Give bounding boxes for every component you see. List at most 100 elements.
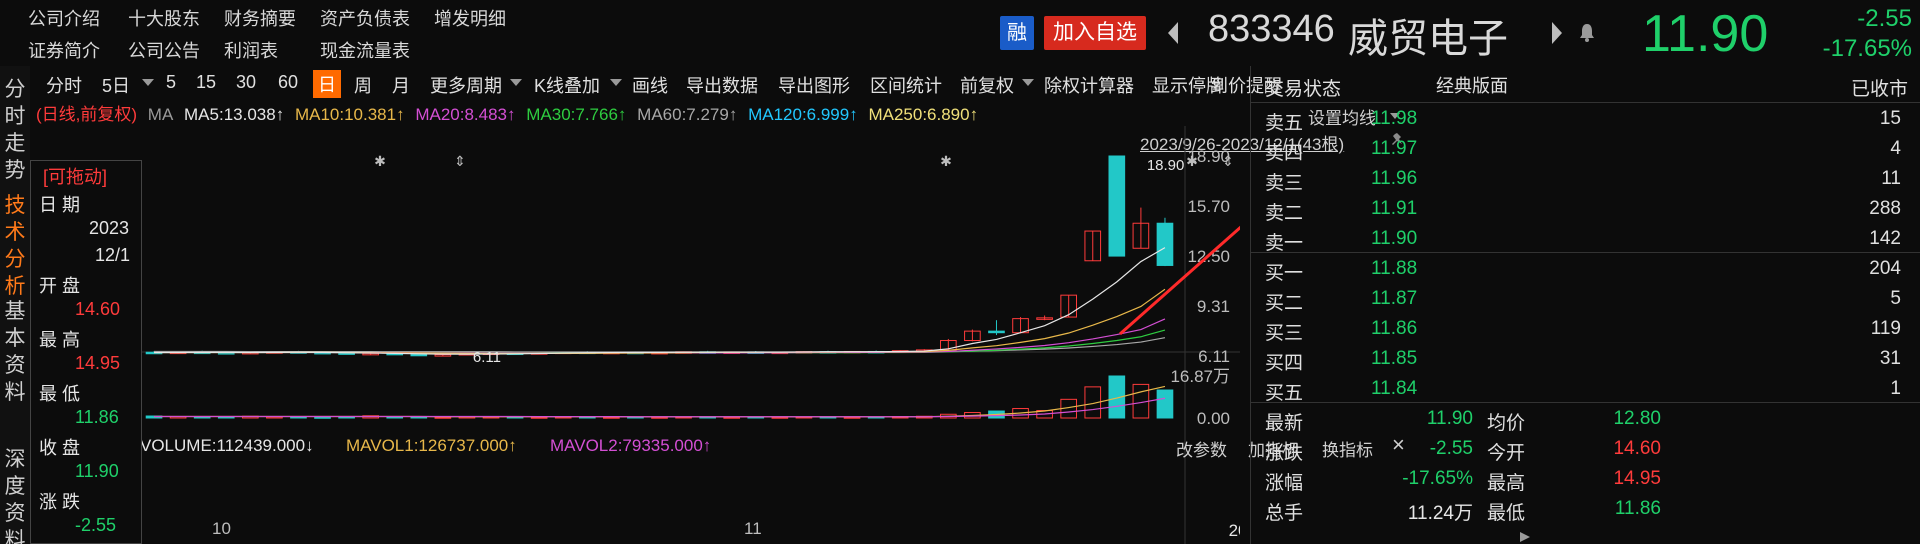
range-stats[interactable]: 区间统计: [870, 72, 942, 98]
more-periods[interactable]: 更多周期: [430, 72, 502, 98]
nav-balance-sheet[interactable]: 资产负债表: [320, 5, 410, 31]
forward-adjust[interactable]: 前复权: [960, 72, 1014, 98]
period-30min[interactable]: 30: [236, 72, 256, 93]
price-tick-label: 15.70: [1187, 197, 1230, 216]
period-5day[interactable]: 5日: [102, 72, 130, 98]
high-label: 最 高: [39, 330, 81, 350]
bid-row-2[interactable]: 买二 11.87 5: [1251, 286, 1920, 316]
ask-row-1-volume: 142: [1869, 228, 1901, 249]
add-to-watchlist-button[interactable]: 加入自选: [1044, 16, 1146, 50]
event-marker-icon: ✱: [1186, 154, 1198, 170]
edit-params-button[interactable]: 改参数: [1176, 436, 1227, 461]
mavol2-value: MAVOL2:79335.000↑: [550, 436, 712, 455]
stat-label: 最高: [1487, 473, 1526, 494]
price-change: -2.55 -17.65%: [1808, 4, 1912, 64]
nav-security-profile[interactable]: 证券简介: [28, 37, 100, 63]
period-intraday[interactable]: 分时: [46, 72, 82, 98]
period-60min[interactable]: 60: [278, 72, 298, 93]
export-data[interactable]: 导出数据: [686, 72, 758, 98]
margin-trading-badge[interactable]: 融: [1000, 16, 1034, 50]
ask-row-3-price: 11.96: [1371, 168, 1418, 189]
nav-income-statement[interactable]: 利润表: [224, 37, 278, 63]
stat-value: 11.86: [1614, 498, 1661, 519]
change-label: 涨 跌: [39, 492, 81, 512]
crosshair-info-panel[interactable]: [可拖动] 日 期 2023 12/1 开 盘 14.60 最 高 14.95 …: [30, 160, 142, 544]
tab-technical-analysis[interactable]: 技术分析: [0, 192, 30, 300]
volume-bar: [290, 416, 307, 419]
stat-label: 总手: [1265, 503, 1304, 524]
event-marker-icon: ⇕: [454, 154, 466, 170]
stat-value: 14.95: [1613, 468, 1661, 489]
period-month[interactable]: 月: [392, 72, 410, 98]
ex-rights-calculator[interactable]: 除权计算器: [1044, 72, 1134, 98]
open-value: 14.60: [75, 299, 121, 319]
volume-bar: [314, 416, 331, 419]
date-year: 2023: [89, 218, 130, 238]
nav-financial-summary[interactable]: 财务摘要: [224, 5, 296, 31]
draw-line[interactable]: 画线: [632, 72, 668, 98]
tab-intraday[interactable]: 分时走势: [0, 76, 30, 184]
bid-row-2-label: 买二: [1265, 293, 1304, 314]
kline-chart[interactable]: 18.9015.7012.509.316.1116.87万0.001011202…: [32, 126, 1240, 544]
draggable-label[interactable]: [可拖动]: [43, 163, 107, 189]
stat-value: 11.24万: [1407, 503, 1473, 524]
bid-row-4[interactable]: 买四 11.85 31: [1251, 346, 1920, 376]
stat-label: 最新: [1265, 413, 1304, 434]
period-day[interactable]: 日: [313, 70, 341, 98]
low-label: 最 低: [39, 384, 81, 404]
top-nav: 公司介绍 十大股东 财务摘要 资产负债表 增发明细 证券简介 公司公告 利润表 …: [0, 0, 1010, 62]
ask-row-3[interactable]: 卖三 11.96 11: [1251, 166, 1920, 196]
chevron-down-icon[interactable]: [142, 79, 154, 87]
volume-tick-label: 16.87万: [1170, 367, 1230, 386]
bid-row-5-label: 买五: [1265, 383, 1304, 404]
adjust-mode-label[interactable]: (日线,前复权): [36, 105, 137, 124]
nav-cash-flow[interactable]: 现金流量表: [320, 37, 410, 63]
chevron-down-icon[interactable]: [1022, 79, 1034, 87]
cursor-date-label: 2023/12/01/五: [1229, 521, 1240, 540]
ask-row-5-label: 卖五: [1265, 113, 1304, 134]
period-5min[interactable]: 5: [166, 72, 176, 93]
scroll-arrow-icon[interactable]: [1518, 530, 1532, 544]
event-marker-icon: ⇕: [1222, 154, 1234, 170]
ask-row-2[interactable]: 卖二 11.91 288: [1251, 196, 1920, 226]
bid-row-1[interactable]: 买一 11.88 204: [1251, 256, 1920, 286]
order-book-panel: 交易状态 已收市 卖五 11.98 15 卖四 11.97 4 卖三 11.96 11 卖二 11.…: [1250, 66, 1920, 544]
ask-row-2-volume: 288: [1869, 198, 1901, 219]
tab-fundamentals[interactable]: 基本资料: [0, 298, 30, 406]
period-week[interactable]: 周: [354, 72, 372, 98]
prev-stock-icon[interactable]: [1166, 20, 1180, 46]
volume-bar: [217, 416, 235, 419]
next-stock-icon[interactable]: [1550, 20, 1564, 46]
ask-row-5[interactable]: 卖五 11.98 15: [1251, 106, 1920, 136]
ma250-value: MA250:6.890↑: [868, 105, 979, 124]
low-price-label: 6.11: [473, 349, 501, 366]
ask-row-5-volume: 15: [1879, 108, 1901, 129]
ma60-value: MA60:7.279↑: [637, 105, 738, 124]
ask-row-2-price: 11.91: [1371, 198, 1418, 219]
bid-row-3-volume: 119: [1870, 318, 1901, 339]
price-tick-label: 9.31: [1197, 297, 1230, 316]
left-sidebar: 分时走势 技术分析 基本资料 深度资料: [0, 66, 30, 544]
chevron-down-icon[interactable]: [510, 79, 522, 87]
last-price: 11.90: [1642, 5, 1769, 63]
nav-issuance-details[interactable]: 增发明细: [434, 5, 506, 31]
ma-legend: (日线,前复权) MA MA5:13.038↑ MA10:10.381↑ MA2…: [36, 100, 984, 126]
ask-row-3-label: 卖三: [1265, 173, 1304, 194]
chevron-down-icon[interactable]: [610, 79, 622, 87]
kline-overlay[interactable]: K线叠加: [534, 72, 600, 98]
ask-row-4[interactable]: 卖四 11.97 4: [1251, 136, 1920, 166]
nav-announcements[interactable]: 公司公告: [128, 37, 200, 63]
period-15min[interactable]: 15: [196, 72, 216, 93]
bid-row-4-volume: 31: [1879, 348, 1901, 369]
bid-row-3[interactable]: 买三 11.86 119: [1251, 316, 1920, 346]
volume-bar: [530, 416, 548, 419]
tab-in-depth[interactable]: 深度资料: [0, 446, 30, 544]
export-graph[interactable]: 导出图形: [778, 72, 850, 98]
tab-in-depth-label: 深度资料: [4, 448, 26, 544]
stat-label: 今开: [1487, 443, 1526, 464]
nav-company-intro[interactable]: 公司介绍: [28, 5, 100, 31]
trade-status-row: 交易状态 已收市: [1251, 72, 1920, 102]
mavol1-line: [154, 385, 1166, 418]
nav-top-shareholders[interactable]: 十大股东: [128, 5, 200, 31]
bell-icon[interactable]: [1578, 22, 1596, 42]
